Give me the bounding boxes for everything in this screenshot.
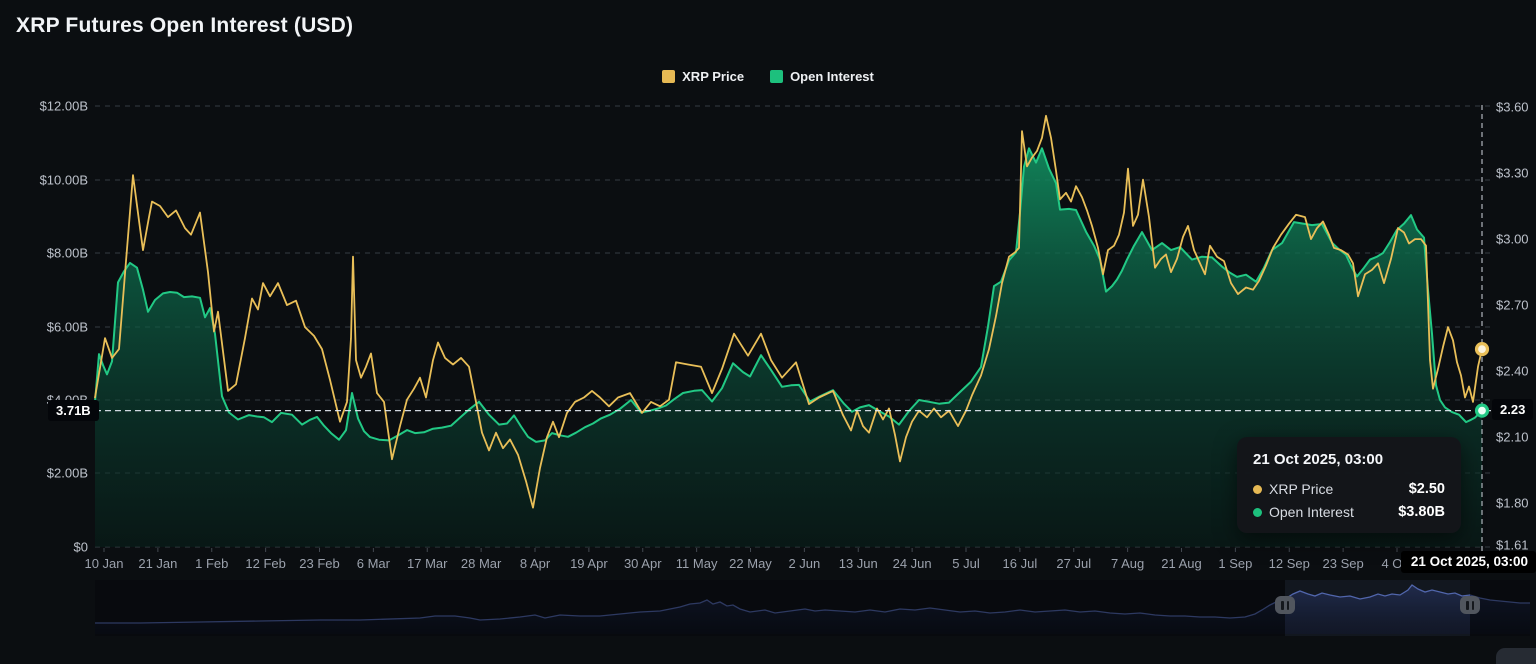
x-axis-label: 11 May [676, 556, 718, 571]
x-axis-label: 23 Feb [299, 556, 339, 571]
screenshot-button[interactable] [1496, 648, 1536, 664]
tooltip-date: 21 Oct 2025, 03:00 [1253, 451, 1445, 468]
x-axis-label: 1 Feb [195, 556, 228, 571]
x-axis-label: 17 Mar [407, 556, 447, 571]
left-axis-label: $8.00B [0, 246, 88, 261]
price-equivalent-badge: 2.23 [1492, 399, 1533, 420]
open-interest-marker [1477, 405, 1488, 416]
right-axis-label: $2.70 [1496, 298, 1529, 313]
tooltip-value-xrp-price: $2.50 [1409, 481, 1445, 497]
xrp-price-dot-icon [1253, 485, 1262, 494]
x-axis-label: 19 Apr [570, 556, 608, 571]
x-axis-label: 21 Aug [1161, 556, 1202, 571]
x-axis-label: 6 Mar [357, 556, 390, 571]
x-axis-label: 5 Jul [952, 556, 979, 571]
x-axis-label: 2 Jun [788, 556, 820, 571]
x-axis-label: 1 Sep [1218, 556, 1252, 571]
right-axis-label: $1.80 [1496, 496, 1529, 511]
right-axis-label: $2.10 [1496, 430, 1529, 445]
x-axis-label: 28 Mar [461, 556, 501, 571]
x-axis-label: 12 Feb [245, 556, 285, 571]
tooltip-row-xrp-price: XRP Price $2.50 [1253, 481, 1445, 497]
navigator-handle-left[interactable] [1275, 596, 1295, 614]
x-axis-label: 30 Apr [624, 556, 662, 571]
x-axis-label: 7 Aug [1111, 556, 1144, 571]
left-axis-label: $2.00B [0, 466, 88, 481]
chart-panel: XRP Futures Open Interest (USD) XRP Pric… [0, 0, 1536, 664]
x-axis-label: 16 Jul [1003, 556, 1038, 571]
tooltip-row-open-interest: Open Interest $3.80B [1253, 504, 1445, 520]
x-axis-label: 12 Sep [1269, 556, 1310, 571]
x-axis-label: 10 Jan [84, 556, 123, 571]
x-axis-label: 21 Jan [138, 556, 177, 571]
navigator-selection[interactable] [1285, 580, 1470, 636]
tooltip: 21 Oct 2025, 03:00 XRP Price $2.50 Open … [1237, 437, 1461, 533]
left-axis-label: $10.00B [0, 173, 88, 188]
x-axis-label: 8 Apr [520, 556, 550, 571]
x-axis-label: 13 Jun [839, 556, 878, 571]
x-axis-label: 27 Jul [1056, 556, 1091, 571]
right-axis-label: $3.30 [1496, 166, 1529, 181]
xrp-price-marker [1477, 344, 1488, 355]
crosshair-date-badge: 21 Oct 2025, 03:00 [1401, 551, 1536, 573]
right-axis-label: $2.40 [1496, 364, 1529, 379]
right-axis-label: $3.60 [1496, 100, 1529, 115]
oi-current-badge: 3.71B [48, 400, 99, 421]
tooltip-value-open-interest: $3.80B [1398, 504, 1445, 520]
x-axis-label: 24 Jun [893, 556, 932, 571]
left-axis-label: $6.00B [0, 320, 88, 335]
left-axis-label: $12.00B [0, 99, 88, 114]
open-interest-dot-icon [1253, 508, 1262, 517]
x-axis-label: 22 May [729, 556, 772, 571]
navigator-handle-right[interactable] [1460, 596, 1480, 614]
tooltip-label-xrp-price: XRP Price [1269, 481, 1333, 497]
tooltip-label-open-interest: Open Interest [1269, 504, 1354, 520]
right-axis-label: $3.00 [1496, 232, 1529, 247]
left-axis-label: $0 [0, 540, 88, 555]
navigator-dim-left [95, 580, 1285, 636]
x-axis-label: 23 Sep [1323, 556, 1364, 571]
